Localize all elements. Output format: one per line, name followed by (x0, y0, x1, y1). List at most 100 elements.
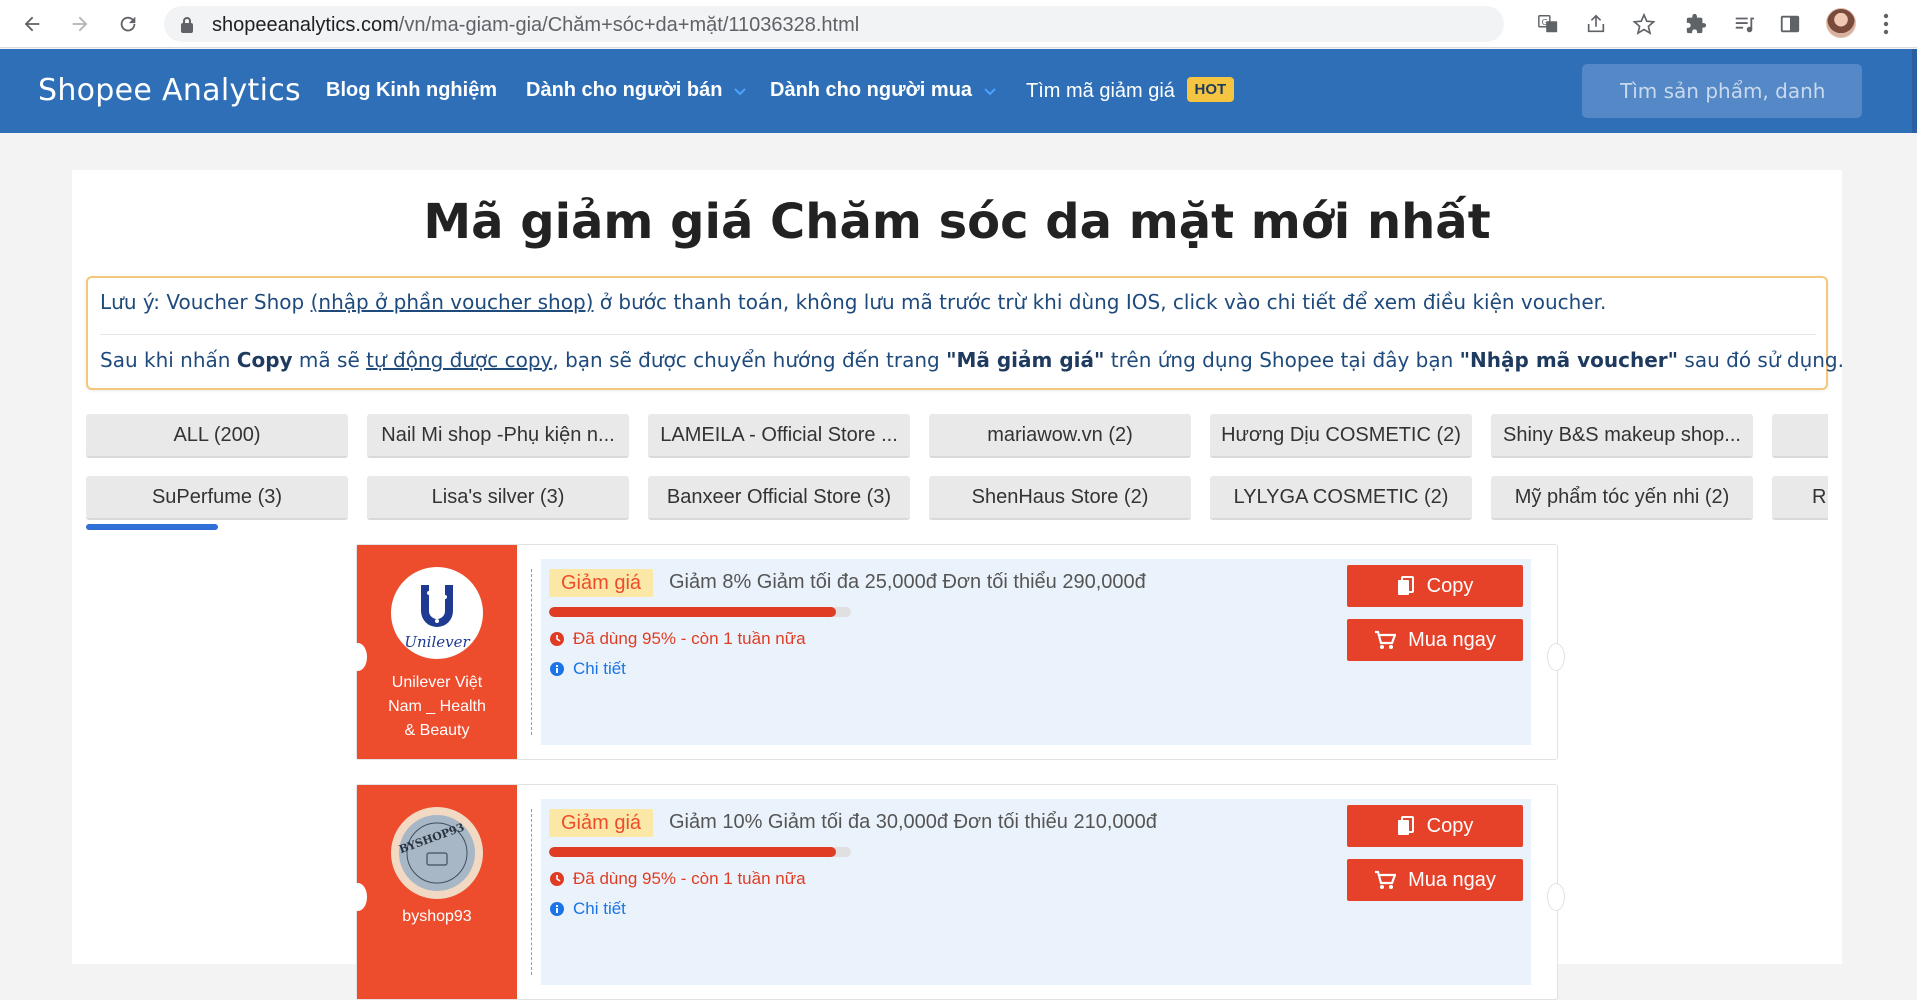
hot-badge: HOT (1186, 77, 1235, 102)
chevron-down-icon (983, 79, 996, 102)
cart-icon (1375, 870, 1397, 889)
ticket-notch (1547, 883, 1565, 911)
detail-link[interactable]: Chi tiết (549, 899, 626, 919)
divider (100, 334, 1816, 335)
unilever-logo: Unilever (404, 585, 470, 651)
tab-shop[interactable]: LYLYGA COSMETIC (2) (1210, 476, 1472, 520)
shop-logo[interactable]: BYSHOP93 (391, 807, 483, 899)
tab-shop[interactable]: R (1772, 476, 1828, 520)
detail-link[interactable]: Chi tiết (549, 659, 626, 679)
shop-filter-tabs: ALL (200) Nail Mi shop -Phụ kiện n... LA… (86, 414, 1828, 534)
translate-icon[interactable]: G (1536, 12, 1560, 36)
usage-progress-bar (549, 607, 851, 617)
voucher-shop-link[interactable]: (nhập ở phần voucher shop) (311, 290, 594, 314)
tab-shop[interactable]: ShenHaus Store (2) (929, 476, 1191, 520)
chevron-down-icon (734, 79, 746, 102)
tab-all[interactable]: ALL (200) (86, 414, 348, 458)
copy-button[interactable]: Copy (1347, 805, 1523, 847)
voucher-description: Giảm 8% Giảm tối đa 25,000đ Đơn tối thiể… (669, 571, 1146, 593)
shop-name[interactable]: byshop93 (357, 905, 517, 929)
svg-text:Unilever: Unilever (404, 633, 470, 651)
ticket-notch (349, 643, 367, 671)
ticket-notch (1547, 643, 1565, 671)
shop-logo[interactable]: Unilever (391, 567, 483, 659)
clock-icon (550, 632, 564, 646)
nav-find-voucher-label: Tìm mã giảm giá (1026, 79, 1175, 102)
browser-toolbar: shopeeanalytics.com/vn/ma-giam-gia/Chăm+… (0, 0, 1917, 48)
tab-shop[interactable]: Lisa's silver (3) (367, 476, 629, 520)
voucher-card: Unilever Unilever Việt Nam _ Health & Be… (349, 544, 1565, 760)
nav-for-sellers[interactable]: Dành cho người bán (526, 79, 746, 102)
shop-name[interactable]: Unilever Việt Nam _ Health & Beauty (357, 671, 517, 743)
tab-shop[interactable]: Banxeer Official Store (3) (648, 476, 910, 520)
site-header: Shopee Analytics Blog Kinh nghiệm Dành c… (0, 49, 1917, 133)
tab-shop[interactable]: mariawow.vn (2) (929, 414, 1191, 458)
buy-now-button[interactable]: Mua ngay (1347, 859, 1523, 901)
search-input[interactable] (1582, 64, 1862, 118)
voucher-card: BYSHOP93 byshop93 Giảm giá Giảm 10% Giảm… (349, 784, 1565, 1000)
cart-icon (1375, 630, 1397, 649)
extensions-icon[interactable] (1680, 8, 1712, 40)
page-title: Mã giảm giá Chăm sóc da mặt mới nhất (423, 194, 1491, 250)
voucher-body: Giảm giá Giảm 8% Giảm tối đa 25,000đ Đơn… (531, 559, 1531, 745)
kebab-menu-icon[interactable] (1870, 8, 1902, 40)
tab-shop[interactable]: SuPerfume (3) (86, 476, 348, 520)
side-panel-icon[interactable] (1774, 8, 1806, 40)
active-tab-indicator (86, 524, 218, 530)
copy-icon (1397, 576, 1414, 595)
info-icon (550, 662, 564, 676)
voucher-body: Giảm giá Giảm 10% Giảm tối đa 30,000đ Đơ… (531, 799, 1531, 985)
buy-now-button[interactable]: Mua ngay (1347, 619, 1523, 661)
forward-icon[interactable] (64, 8, 96, 40)
nav-blog[interactable]: Blog Kinh nghiệm (326, 79, 497, 102)
voucher-shop-panel: Unilever Unilever Việt Nam _ Health & Be… (357, 545, 517, 759)
nav-for-buyers[interactable]: Dành cho người mua (770, 79, 996, 102)
usage-text: Đã dùng 95% - còn 1 tuần nữa (573, 629, 806, 648)
copy-button[interactable]: Copy (1347, 565, 1523, 607)
usage-progress-bar (549, 847, 851, 857)
detail-label: Chi tiết (573, 899, 626, 918)
dashed-divider (531, 809, 532, 975)
notice-box: Lưu ý: Voucher Shop (nhập ở phần voucher… (86, 276, 1844, 390)
share-icon[interactable] (1584, 12, 1608, 36)
detail-label: Chi tiết (573, 659, 626, 678)
reload-icon[interactable] (112, 8, 144, 40)
notice-line-2: Sau khi nhấn Copy mã sẽ tự động được cop… (100, 348, 1844, 372)
scrollbar[interactable] (1912, 49, 1917, 133)
copy-icon (1397, 816, 1414, 835)
usage-progress-fill (549, 847, 836, 857)
clock-icon (550, 872, 564, 886)
tab-shop[interactable]: Nail Mi shop -Phụ kiện n... (367, 414, 629, 458)
bookmark-star-icon[interactable] (1632, 12, 1656, 36)
reading-list-icon[interactable] (1728, 8, 1760, 40)
tab-shop[interactable]: Mỹ phẩm tóc yến nhi (2) (1491, 476, 1753, 520)
lock-icon (180, 16, 194, 38)
tab-shop[interactable]: Hương Dịu COSMETIC (2) (1210, 414, 1472, 458)
brand-logo[interactable]: Shopee Analytics (38, 73, 301, 108)
byshop93-logo: BYSHOP93 (397, 815, 475, 891)
voucher-description: Giảm 10% Giảm tối đa 30,000đ Đơn tối thi… (669, 811, 1157, 833)
dashed-divider (531, 569, 532, 735)
nav-find-voucher[interactable]: Tìm mã giảm giá HOT (1026, 77, 1235, 104)
url-text: shopeeanalytics.com/vn/ma-giam-gia/Chăm+… (212, 14, 860, 36)
nav-for-buyers-label: Dành cho người mua (770, 79, 973, 101)
site-search[interactable] (1582, 64, 1862, 118)
tab-shop[interactable] (1772, 414, 1828, 458)
back-icon[interactable] (16, 8, 48, 40)
svg-text:G: G (1542, 17, 1548, 27)
discount-badge: Giảm giá (549, 569, 654, 597)
address-bar[interactable]: shopeeanalytics.com/vn/ma-giam-gia/Chăm+… (164, 6, 1655, 42)
tab-shop[interactable]: LAMEILA - Official Store ... (648, 414, 910, 458)
usage-progress-fill (549, 607, 836, 617)
nav-for-sellers-label: Dành cho người bán (526, 79, 723, 101)
notice-line-1: Lưu ý: Voucher Shop (nhập ở phần voucher… (100, 290, 1607, 314)
usage-text: Đã dùng 95% - còn 1 tuần nữa (573, 869, 806, 888)
tab-shop[interactable]: Shiny B&S makeup shop... (1491, 414, 1753, 458)
usage-status: Đã dùng 95% - còn 1 tuần nữa (549, 629, 806, 649)
discount-badge: Giảm giá (549, 809, 654, 837)
profile-avatar[interactable] (1826, 8, 1856, 38)
ticket-notch (349, 883, 367, 911)
usage-status: Đã dùng 95% - còn 1 tuần nữa (549, 869, 806, 889)
voucher-shop-panel: BYSHOP93 byshop93 (357, 785, 517, 999)
info-icon (550, 902, 564, 916)
